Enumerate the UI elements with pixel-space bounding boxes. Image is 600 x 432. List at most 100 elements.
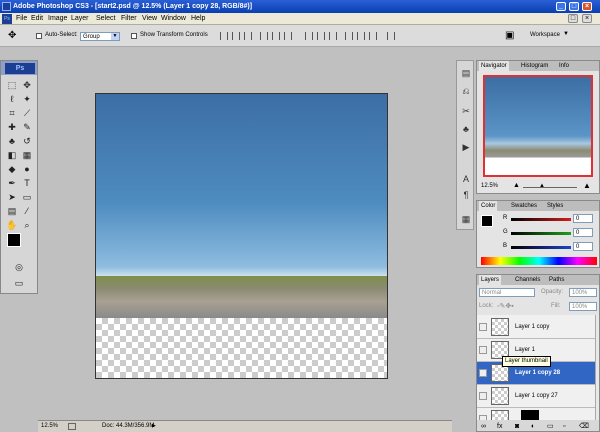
healing-brush-icon[interactable]: ✚ — [6, 121, 18, 133]
zoom-level[interactable]: 12.5% — [41, 421, 58, 432]
clone-source-icon[interactable]: ♣ — [460, 123, 472, 135]
layer-row[interactable]: Layer 1 copy — [477, 316, 599, 339]
tab-color[interactable]: Color — [479, 201, 498, 211]
align-right-icon[interactable] — [284, 32, 292, 40]
eye-icon[interactable] — [479, 369, 487, 377]
color-fg-swatch[interactable] — [481, 215, 493, 227]
align-hcenter-icon[interactable] — [272, 32, 280, 40]
maximize-button[interactable]: □ — [569, 2, 579, 11]
new-layer-icon[interactable]: ▫ — [563, 420, 565, 431]
slice-tool-icon[interactable]: ⟋ — [21, 107, 33, 119]
hand-tool-icon[interactable]: ✋ — [6, 219, 18, 231]
tab-info[interactable]: Info — [557, 61, 571, 71]
new-group-icon[interactable]: ▭ — [547, 420, 554, 431]
channel-b-value[interactable]: 0 — [573, 242, 593, 251]
auto-align-icon[interactable] — [387, 32, 395, 40]
document-canvas[interactable] — [95, 93, 388, 379]
quick-mask-icon[interactable]: ◎ — [13, 261, 25, 273]
magic-wand-icon[interactable]: ✦ — [21, 93, 33, 105]
transform-checkbox[interactable] — [131, 33, 137, 39]
screen-mode-icon[interactable]: ▭ — [13, 277, 25, 289]
channel-g-value[interactable]: 0 — [573, 228, 593, 237]
zoom-tool-icon[interactable]: ⌕ — [21, 219, 33, 231]
zoom-out-icon[interactable]: ▲ — [513, 182, 520, 189]
tab-layers[interactable]: Layers — [479, 275, 502, 285]
menu-image[interactable]: Image — [48, 13, 67, 25]
distribute-hcenter-icon[interactable] — [357, 32, 365, 40]
eye-icon[interactable] — [479, 392, 487, 400]
opacity-field[interactable]: 100% — [569, 288, 597, 297]
workspace-button[interactable]: Workspace — [530, 32, 560, 38]
clone-stamp-icon[interactable]: ♣ — [6, 135, 18, 147]
history-icon[interactable]: ⎌ — [460, 85, 472, 97]
history-brush-icon[interactable]: ↺ — [21, 135, 33, 147]
distribute-right-icon[interactable] — [369, 32, 377, 40]
autoselect-checkbox[interactable] — [36, 33, 42, 39]
align-vcenter-icon[interactable] — [232, 32, 240, 40]
close-button[interactable]: × — [582, 2, 592, 11]
align-top-icon[interactable] — [220, 32, 228, 40]
layer-style-icon[interactable]: fx — [497, 420, 502, 431]
color-ramp[interactable] — [481, 257, 597, 265]
layer-comps-icon[interactable]: ▦ — [460, 213, 472, 225]
distribute-vcenter-icon[interactable] — [317, 32, 325, 40]
notes-tool-icon[interactable]: ▤ — [6, 205, 18, 217]
tool-presets-icon[interactable]: ✂ — [460, 105, 472, 117]
move-tool-icon[interactable]: ✥ — [21, 79, 33, 91]
distribute-bottom-icon[interactable] — [329, 32, 337, 40]
menu-filter[interactable]: Filter — [121, 13, 137, 25]
menu-view[interactable]: View — [142, 13, 157, 25]
tab-channels[interactable]: Channels — [513, 275, 542, 285]
gradient-tool-icon[interactable]: ▦ — [21, 149, 33, 161]
eye-icon[interactable] — [479, 323, 487, 331]
shape-tool-icon[interactable]: ▭ — [21, 191, 33, 203]
zoom-slider-thumb[interactable]: ▲ — [539, 183, 545, 189]
layer-row[interactable]: Layer 1 copy 27 — [477, 385, 599, 408]
doc-restore-button[interactable]: □ — [568, 14, 578, 23]
distribute-left-icon[interactable] — [345, 32, 353, 40]
ps-menu-icon[interactable]: Ps — [2, 14, 12, 24]
menu-help[interactable]: Help — [191, 13, 205, 25]
workspace-icon[interactable]: ▣ — [505, 30, 514, 41]
menu-select[interactable]: Select — [96, 13, 115, 25]
menu-file[interactable]: File — [16, 13, 27, 25]
channel-g-slider[interactable] — [511, 232, 571, 235]
lock-icons[interactable]: ▫✎✥▪ — [497, 302, 514, 310]
menu-window[interactable]: Window — [161, 13, 186, 25]
channel-b-slider[interactable] — [511, 246, 571, 249]
zoom-slider[interactable] — [523, 187, 577, 188]
brush-tool-icon[interactable]: ✎ — [21, 121, 33, 133]
pen-tool-icon[interactable]: ✒ — [6, 177, 18, 189]
tab-paths[interactable]: Paths — [547, 275, 566, 285]
tab-histogram[interactable]: Histogram — [519, 61, 550, 71]
align-bottom-icon[interactable] — [244, 32, 252, 40]
layer-thumbnail[interactable] — [491, 387, 509, 405]
layer-mask-icon[interactable]: ◙ — [515, 420, 519, 431]
layer-row[interactable] — [477, 408, 599, 420]
layer-mask-thumbnail[interactable] — [521, 410, 539, 420]
brushes-icon[interactable]: ▤ — [460, 67, 472, 79]
distribute-top-icon[interactable] — [305, 32, 313, 40]
zoom-in-icon[interactable]: ▲ — [583, 181, 591, 190]
channel-r-value[interactable]: 0 — [573, 214, 593, 223]
path-select-icon[interactable]: ➤ — [6, 191, 18, 203]
type-tool-icon[interactable]: T — [21, 177, 33, 189]
eye-icon[interactable] — [479, 346, 487, 354]
link-layers-icon[interactable]: ∞ — [481, 420, 486, 431]
navigator-thumbnail[interactable] — [483, 75, 593, 177]
lasso-tool-icon[interactable]: ℓ — [6, 93, 18, 105]
minimize-button[interactable]: _ — [556, 2, 566, 11]
paragraph-icon[interactable]: ¶ — [460, 189, 472, 201]
align-left-icon[interactable] — [260, 32, 268, 40]
actions-icon[interactable]: ▶ — [460, 141, 472, 153]
tab-styles[interactable]: Styles — [545, 201, 565, 211]
character-icon[interactable]: A — [460, 173, 472, 185]
delete-layer-icon[interactable]: ⌫ — [579, 420, 589, 431]
status-info-icon[interactable] — [68, 423, 76, 430]
status-menu-arrow-icon[interactable]: ▶ — [152, 421, 156, 432]
foreground-color-swatch[interactable] — [7, 233, 21, 247]
dodge-tool-icon[interactable]: ● — [21, 163, 33, 175]
marquee-tool-icon[interactable]: ⬚ — [6, 79, 18, 91]
layer-thumbnail[interactable] — [491, 410, 509, 420]
move-tool-icon[interactable]: ✥ — [8, 30, 16, 41]
